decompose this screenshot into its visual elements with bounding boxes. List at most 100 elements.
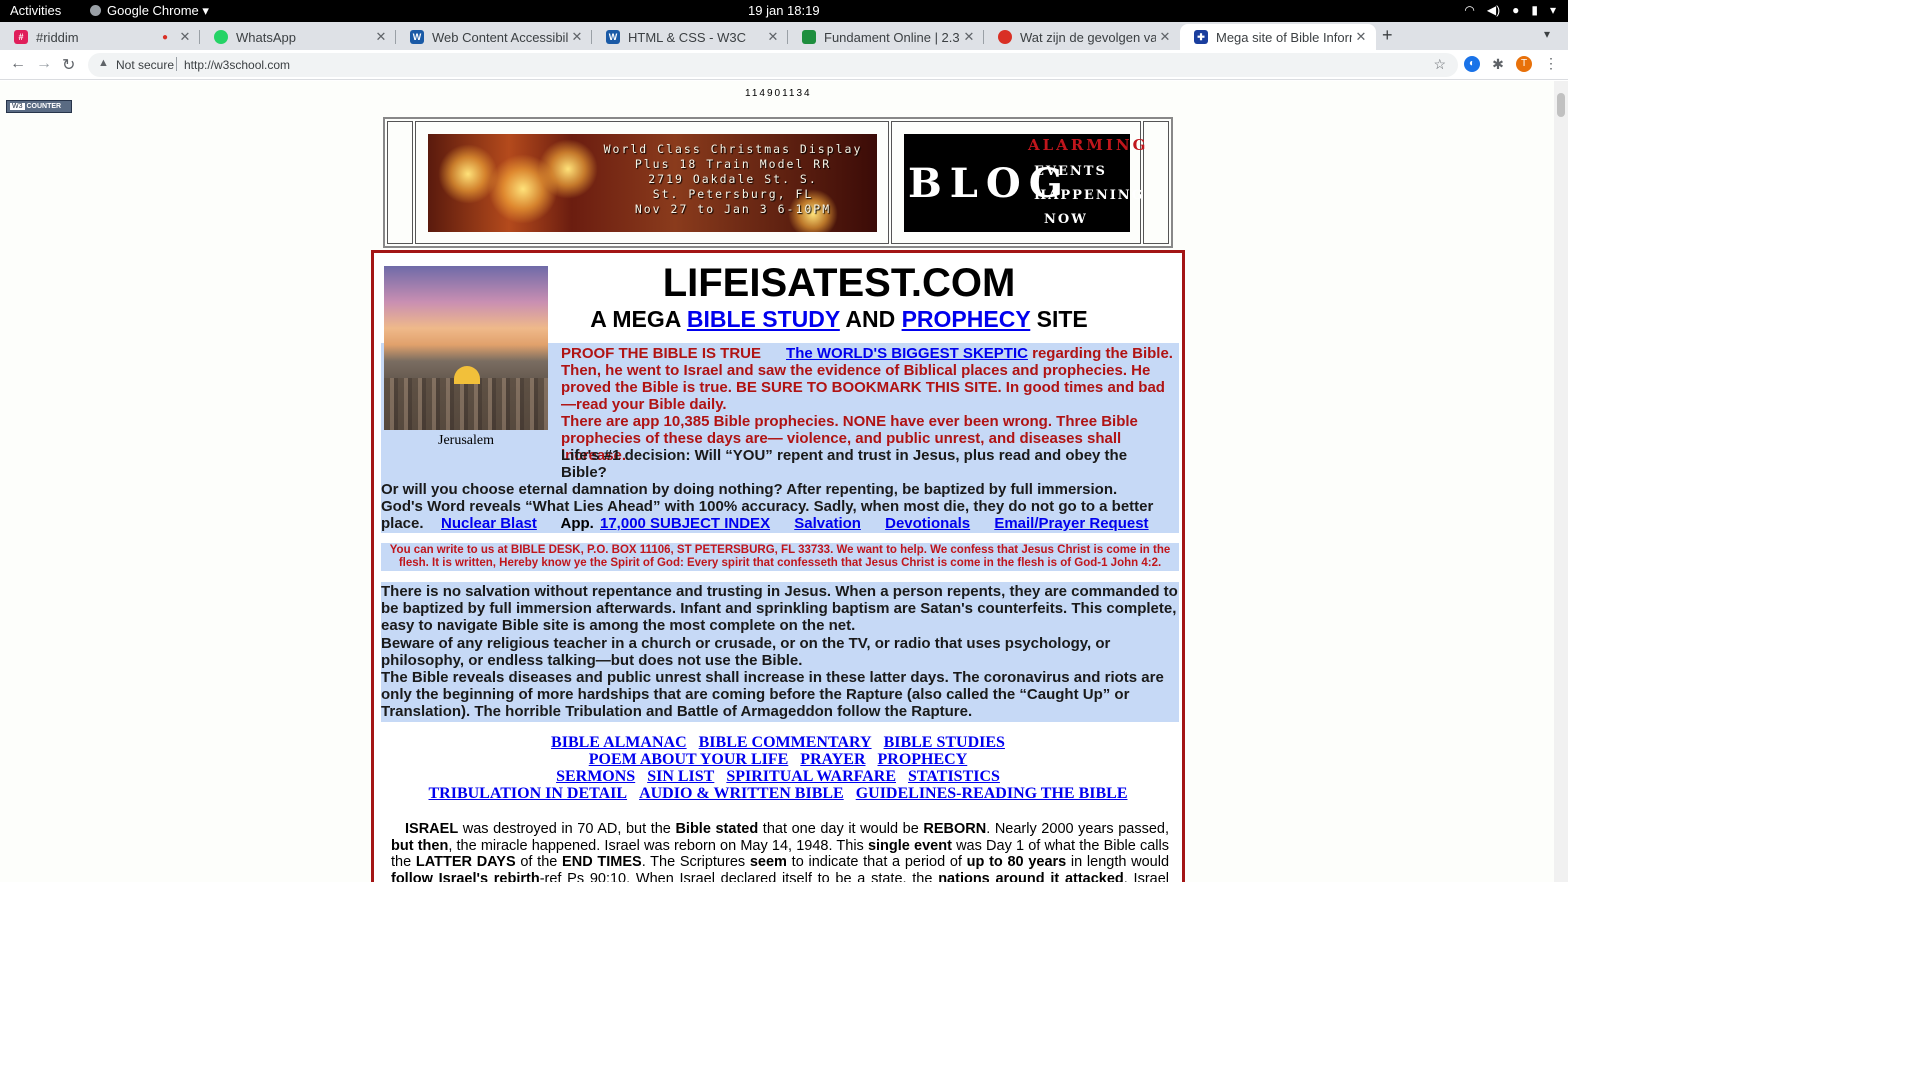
page-title: LIFEISATEST.COM — [662, 261, 1016, 305]
quick-links: Nuclear Blast App. 17,000 SUBJECT INDEX … — [441, 515, 1169, 532]
chrome-icon — [90, 5, 101, 16]
tab-title: Fundament Online | 2.3. E — [824, 29, 960, 45]
jerusalem-photo — [384, 266, 548, 430]
sheet-icon — [802, 30, 816, 44]
w3-counter-badge[interactable]: W3 COUNTER — [6, 100, 72, 113]
tab-wat-zijn-de-gevolgen[interactable]: Wat zijn de gevolgen van ✕ — [984, 24, 1180, 50]
tab-search-icon[interactable]: ▾ — [1544, 27, 1550, 41]
profile-avatar[interactable]: T — [1516, 56, 1532, 72]
w3c-icon: W — [410, 30, 424, 44]
whatsapp-icon — [214, 30, 228, 44]
volume-icon: ◀) — [1486, 3, 1501, 17]
app-name: Google Chrome — [107, 3, 199, 18]
devotionals-link[interactable]: Devotionals — [885, 515, 970, 532]
tab-title: Wat zijn de gevolgen van — [1020, 29, 1156, 45]
subject-index-link[interactable]: 17,000 SUBJECT INDEX — [600, 515, 770, 532]
poem-link[interactable]: POEM ABOUT YOUR LIFE — [589, 751, 789, 768]
tab-fundament-online[interactable]: Fundament Online | 2.3. E ✕ — [788, 24, 984, 50]
close-tab-icon[interactable]: ✕ — [1156, 29, 1174, 45]
bible-studies-link[interactable]: BIBLE STUDIES — [884, 734, 1005, 751]
biggest-skeptic-link[interactable]: The WORLD'S BIGGEST SKEPTIC — [786, 345, 1028, 362]
christmas-ad-text: World Class Christmas Display Plus 18 Tr… — [603, 142, 863, 216]
prophecy-nav-link[interactable]: PROPHECY — [878, 751, 968, 768]
tab-title: #riddim — [36, 29, 79, 45]
power-menu-icon: ▾ — [1549, 3, 1556, 17]
recording-indicator-icon: ● — [161, 31, 168, 43]
activities-button[interactable]: Activities — [10, 3, 61, 18]
close-tab-icon[interactable]: ✕ — [1352, 29, 1370, 45]
salvation-panel: There is no salvation without repentance… — [381, 582, 1179, 722]
visit-counter: 114901134 — [745, 88, 812, 99]
bible-site-icon: ✚ — [1194, 30, 1208, 44]
scrollbar-thumb[interactable] — [1557, 93, 1565, 117]
tab-title: WhatsApp — [236, 29, 296, 45]
app-menu[interactable]: Google Chrome ▾ — [90, 3, 209, 19]
slack-icon: # — [14, 30, 28, 44]
guidelines-link[interactable]: GUIDELINES-READING THE BIBLE — [856, 785, 1128, 802]
back-icon[interactable]: ← — [10, 55, 26, 73]
reload-icon[interactable]: ↻ — [62, 55, 75, 75]
microphone-icon: ● — [1512, 3, 1520, 17]
email-prayer-link[interactable]: Email/Prayer Request — [994, 515, 1148, 532]
forward-icon[interactable]: → — [36, 55, 52, 73]
tab-strip: # #riddim ● ✕ WhatsApp ✕ W Web Content A… — [0, 22, 1568, 50]
tribulation-link[interactable]: TRIBULATION IN DETAIL — [429, 785, 628, 802]
prophecy-link[interactable]: PROPHECY — [902, 306, 1031, 332]
url-text[interactable]: http://w3school.com — [184, 58, 290, 72]
warning-icon[interactable]: ▲ — [98, 57, 109, 69]
bible-commentary-link[interactable]: BIBLE COMMENTARY — [699, 734, 872, 751]
clock[interactable]: 19 jan 18:19 — [748, 3, 820, 18]
photo-caption: Jerusalem — [438, 433, 494, 448]
security-status[interactable]: Not secure — [116, 58, 174, 72]
sermons-link[interactable]: SERMONS — [556, 768, 635, 785]
audio-bible-link[interactable]: AUDIO & WRITTEN BIBLE — [639, 785, 844, 802]
extension-icon[interactable]: ◐ — [1464, 56, 1480, 72]
salvation-link[interactable]: Salvation — [794, 515, 861, 532]
page-scrollbar[interactable] — [1554, 81, 1568, 882]
bible-almanac-link[interactable]: BIBLE ALMANAC — [551, 734, 687, 751]
tab-html-css-w3c[interactable]: W HTML & CSS - W3C ✕ — [592, 24, 788, 50]
tab-web-content-accessibility[interactable]: W Web Content Accessibility ✕ — [396, 24, 592, 50]
wifi-icon: ◠ — [1464, 3, 1475, 17]
new-tab-icon[interactable]: + — [1382, 25, 1393, 46]
system-tray[interactable]: ◠ ◀) ● ▮ ▾ — [1464, 3, 1556, 17]
tab-title: Web Content Accessibility — [432, 29, 568, 45]
system-top-bar: Activities Google Chrome ▾ 19 jan 18:19 … — [0, 0, 1568, 22]
w3c-icon: W — [606, 30, 620, 44]
close-tab-icon[interactable]: ✕ — [176, 29, 194, 45]
nuclear-blast-link[interactable]: Nuclear Blast — [441, 515, 537, 532]
close-tab-icon[interactable]: ✕ — [764, 29, 782, 45]
extensions-puzzle-icon[interactable]: ✱ — [1490, 56, 1506, 72]
tab-mega-site-bible[interactable]: ✚ Mega site of Bible Informa ✕ — [1180, 24, 1376, 50]
israel-paragraph: ISRAEL was destroyed in 70 AD, but the B… — [391, 821, 1170, 882]
tab-whatsapp[interactable]: WhatsApp ✕ — [200, 24, 396, 50]
bible-study-link[interactable]: BIBLE STUDY — [687, 306, 840, 332]
battery-icon: ▮ — [1531, 3, 1538, 17]
close-tab-icon[interactable]: ✕ — [372, 29, 390, 45]
tab-riddim[interactable]: # #riddim ● ✕ — [0, 24, 200, 50]
topic-nav: BIBLE ALMANAC BIBLE COMMENTARY BIBLE STU… — [374, 734, 1182, 802]
page-viewport: 114901134 W3 COUNTER World Class Christma… — [0, 81, 1554, 882]
sin-list-link[interactable]: SIN LIST — [647, 768, 714, 785]
blog-alarming-events-ad[interactable]: BLOG ALARMING EVENTS HAPPENING NOW — [904, 134, 1145, 232]
close-tab-icon[interactable]: ✕ — [568, 29, 586, 45]
spiritual-warfare-link[interactable]: SPIRITUAL WARFARE — [726, 768, 896, 785]
app-label: App. — [560, 515, 594, 532]
address-bar[interactable]: ▲ Not secure http://w3school.com ☆ — [88, 53, 1458, 77]
toolbar: ← → ↻ ▲ Not secure http://w3school.com ☆… — [0, 50, 1568, 80]
address-notice: You can write to us at BIBLE DESK, P.O. … — [381, 543, 1179, 571]
bookmark-star-icon[interactable]: ☆ — [1433, 56, 1446, 73]
badge-right-text: COUNTER — [26, 103, 62, 110]
main-content-box: LIFEISATEST.COM A MEGA BIBLE STUDY AND P… — [371, 250, 1185, 882]
blog-ad-lines: EVENTS HAPPENING NOW — [1034, 164, 1145, 227]
banner-cell-left — [387, 121, 413, 244]
prayer-link[interactable]: PRAYER — [800, 751, 865, 768]
badge-left-text: W3 — [10, 103, 25, 110]
chrome-menu-icon[interactable]: ⋮ — [1544, 55, 1558, 72]
divider — [176, 57, 177, 71]
christmas-display-ad[interactable]: World Class Christmas Display Plus 18 Tr… — [428, 134, 877, 232]
close-tab-icon[interactable]: ✕ — [960, 29, 978, 45]
red-circle-icon — [998, 30, 1012, 44]
statistics-link[interactable]: STATISTICS — [908, 768, 1000, 785]
tab-title: Mega site of Bible Informa — [1216, 29, 1352, 45]
